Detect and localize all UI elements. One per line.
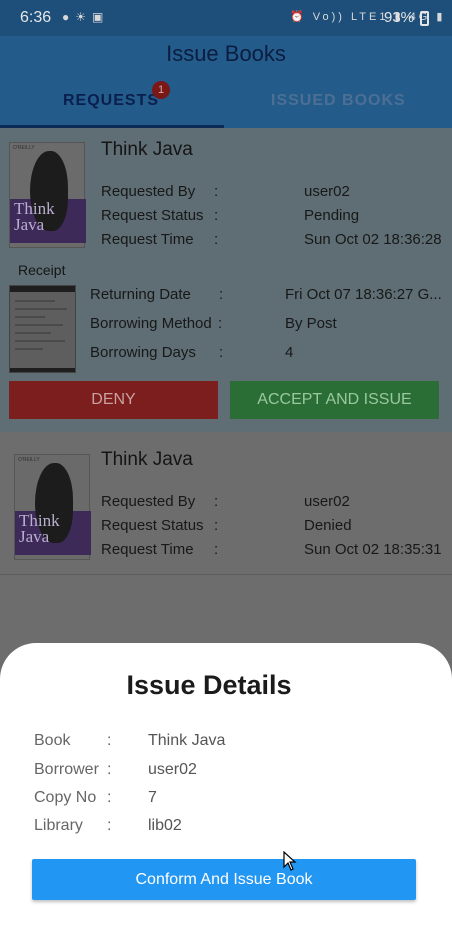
borrowing-days-value: 4: [285, 344, 294, 361]
list-divider: [0, 574, 452, 575]
alarm-icon: ⏰: [290, 11, 307, 23]
shield-icon: ●: [62, 10, 76, 24]
requested-by-value: user02: [304, 183, 350, 200]
borrowing-method-value: By Post: [285, 315, 337, 332]
field-label: Borrowing Days: [90, 344, 196, 361]
request-card: O'REILLY Think Java Think Java Requested…: [0, 128, 452, 432]
media-icon: ▣: [92, 10, 110, 24]
field-label: Request Time: [101, 541, 194, 558]
publisher-mark: O'REILLY: [18, 457, 40, 463]
book-title: Think Java: [101, 139, 193, 160]
publisher-mark: O'REILLY: [13, 145, 35, 151]
status-notification-icons: ●☀▣: [62, 10, 109, 24]
copy-no-value: 7: [148, 789, 157, 806]
status-bar: 6:36 ●☀▣ ⏰ Vo)) LTE1 ▮ 4G ▮ 93%: [0, 0, 452, 36]
sheet-title: Issue Details: [126, 670, 292, 700]
detail-label: Copy No: [34, 789, 97, 806]
request-status-value: Pending: [304, 207, 360, 224]
request-status-value: Denied: [304, 517, 352, 534]
detail-label: Borrower: [34, 761, 99, 778]
book-cover-title: Think Java: [19, 511, 60, 546]
accept-and-issue-button[interactable]: ACCEPT AND ISSUE: [230, 381, 439, 419]
library-value: lib02: [148, 817, 182, 834]
deny-button[interactable]: DENY: [9, 381, 218, 419]
book-cover-title: Think Java: [14, 199, 55, 234]
field-label: Request Time: [101, 231, 194, 248]
signal-icon: ▮: [436, 11, 446, 23]
field-label: Request Status: [101, 207, 204, 224]
requested-by-value: user02: [304, 493, 350, 510]
receipt-label: Receipt: [18, 262, 66, 278]
field-label: Request Status: [101, 517, 204, 534]
battery-level: 93%: [384, 9, 415, 26]
confirm-issue-button[interactable]: Conform And Issue Book: [32, 859, 416, 900]
receipt-image[interactable]: [9, 285, 76, 373]
field-label: Borrowing Method: [90, 315, 212, 332]
field-label: Returning Date: [90, 286, 191, 303]
status-time: 6:36: [20, 9, 52, 26]
borrower-value: user02: [148, 761, 197, 778]
network-label: Vo)) LTE1: [312, 11, 389, 23]
book-cover-image: O'REILLY Think Java: [14, 454, 91, 560]
tab-issued-books[interactable]: ISSUED BOOKS: [271, 92, 406, 110]
mouse-cursor-icon: [283, 851, 297, 871]
requests-count-badge: 1: [152, 81, 170, 99]
field-label: Requested By: [101, 493, 196, 510]
request-card: O'REILLY Think Java Think Java Requested…: [0, 446, 452, 574]
book-cover-image: O'REILLY Think Java: [9, 142, 86, 248]
request-time-value: Sun Oct 02 18:36:28: [304, 231, 442, 248]
app-bar: Issue Books REQUESTS 1 ISSUED BOOKS: [0, 36, 452, 128]
battery-icon: [420, 11, 429, 26]
field-label: Requested By: [101, 183, 196, 200]
book-title: Think Java: [101, 449, 193, 470]
weather-icon: ☀: [75, 10, 93, 24]
tab-requests[interactable]: REQUESTS: [63, 92, 159, 110]
issue-details-sheet: Issue Details Book : Think Java Borrower…: [0, 643, 452, 927]
request-time-value: Sun Oct 02 18:35:31: [304, 541, 442, 558]
detail-label: Library: [34, 817, 83, 834]
page-title: Issue Books: [166, 41, 286, 66]
book-value: Think Java: [148, 732, 226, 749]
returning-date-value: Fri Oct 07 18:36:27 G...: [285, 286, 442, 303]
detail-label: Book: [34, 732, 71, 749]
